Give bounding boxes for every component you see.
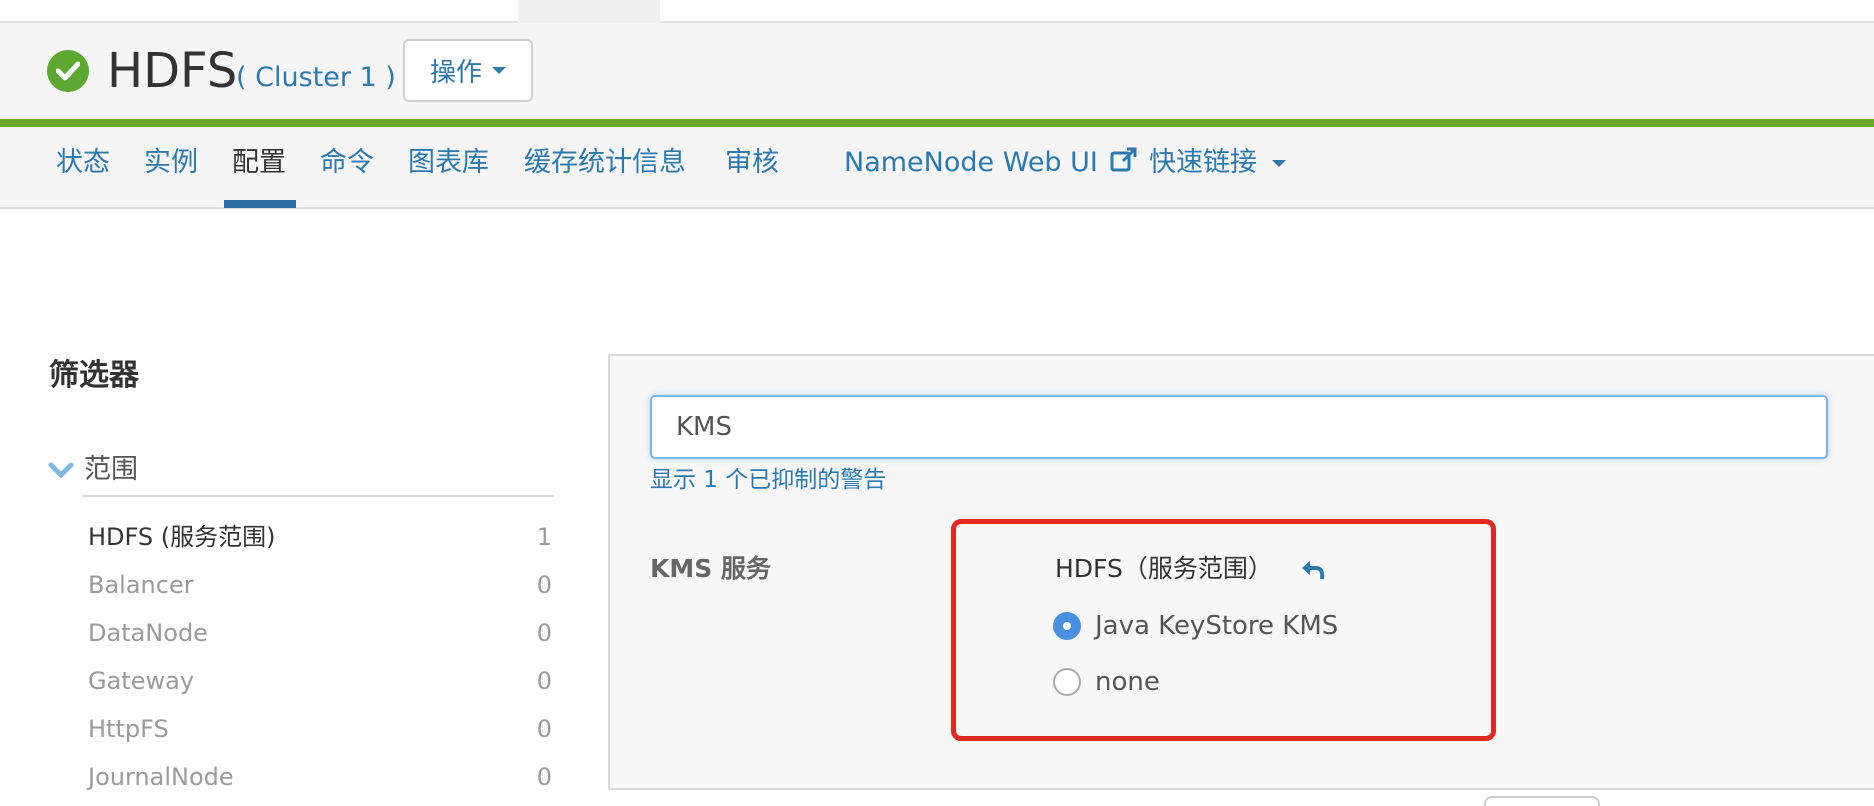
service-title: HDFS bbox=[107, 43, 238, 99]
caret-down-icon bbox=[492, 67, 506, 74]
config-search-input[interactable] bbox=[650, 395, 1828, 459]
actions-dropdown-button[interactable]: 操作 bbox=[403, 39, 533, 102]
quick-links-label: 快速链接 bbox=[1149, 147, 1257, 178]
scope-divider bbox=[82, 495, 554, 497]
radio-option-label: none bbox=[1095, 667, 1160, 697]
filter-item-count: 0 bbox=[536, 715, 552, 743]
filter-item-count: 0 bbox=[536, 667, 552, 695]
bottom-button-edge[interactable] bbox=[1484, 796, 1600, 806]
radio-option-java-keystore-kms[interactable]: Java KeyStore KMS bbox=[1053, 608, 1338, 644]
header-accent-bar bbox=[0, 119, 1874, 127]
filter-item-label: HDFS (服务范围) bbox=[88, 523, 276, 551]
top-strip-tab[interactable] bbox=[518, 0, 660, 23]
tab-commands[interactable]: 命令 bbox=[320, 145, 374, 181]
property-scope-label: HDFS（服务范围） bbox=[1055, 554, 1273, 583]
filter-item-balancer[interactable]: Balancer 0 bbox=[88, 565, 552, 605]
tab-charts-library[interactable]: 图表库 bbox=[408, 145, 489, 181]
tab-cache-statistics[interactable]: 缓存统计信息 bbox=[524, 145, 686, 181]
filter-item-count: 0 bbox=[536, 763, 552, 791]
tab-audit[interactable]: 审核 bbox=[725, 145, 779, 181]
chevron-down-icon[interactable] bbox=[48, 462, 74, 480]
service-header: HDFS ( Cluster 1 ) 操作 bbox=[0, 23, 1874, 119]
filter-item-label: JournalNode bbox=[88, 763, 234, 791]
filter-item-count: 1 bbox=[536, 523, 552, 551]
service-tabs: 状态 实例 配置 命令 图表库 缓存统计信息 审核 NameNode Web U… bbox=[0, 127, 1874, 209]
filter-item-count: 0 bbox=[536, 571, 552, 599]
suppressed-warnings-link[interactable]: 显示 1 个已抑制的警告 bbox=[650, 463, 886, 497]
radio-button-unselected[interactable] bbox=[1053, 668, 1081, 696]
tab-quick-links[interactable]: 快速链接 bbox=[1149, 145, 1286, 181]
tab-status[interactable]: 状态 bbox=[56, 145, 110, 181]
filter-item-journalnode[interactable]: JournalNode 0 bbox=[88, 757, 552, 797]
radio-option-none[interactable]: none bbox=[1053, 664, 1160, 700]
filter-item-httpfs[interactable]: HttpFS 0 bbox=[88, 709, 552, 749]
tab-namenode-web-ui[interactable]: NameNode Web UI bbox=[844, 145, 1138, 181]
caret-down-icon bbox=[1271, 160, 1286, 167]
filter-item-hdfs-service[interactable]: HDFS (服务范围) 1 bbox=[88, 517, 552, 557]
status-ok-icon bbox=[47, 50, 89, 92]
namenode-web-ui-label: NameNode Web UI bbox=[844, 147, 1098, 178]
filter-item-label: Gateway bbox=[88, 667, 195, 695]
undo-icon[interactable] bbox=[1300, 559, 1326, 581]
filter-item-datanode[interactable]: DataNode 0 bbox=[88, 613, 552, 653]
filter-item-gateway[interactable]: Gateway 0 bbox=[88, 661, 552, 701]
radio-button-selected[interactable] bbox=[1053, 612, 1081, 640]
tab-instances[interactable]: 实例 bbox=[144, 145, 198, 181]
tab-configuration[interactable]: 配置 bbox=[232, 145, 286, 181]
cluster-link[interactable]: ( Cluster 1 ) bbox=[236, 61, 396, 95]
filter-item-label: HttpFS bbox=[88, 715, 169, 743]
filter-item-label: Balancer bbox=[88, 571, 194, 599]
filters-title: 筛选器 bbox=[49, 358, 139, 393]
scope-section-label[interactable]: 范围 bbox=[84, 452, 138, 488]
configuration-panel: 显示 1 个已抑制的警告 KMS 服务 HDFS（服务范围） Java KeyS… bbox=[608, 354, 1874, 790]
filter-item-count: 0 bbox=[536, 619, 552, 647]
external-link-icon bbox=[1110, 147, 1137, 172]
active-tab-indicator bbox=[224, 200, 296, 208]
radio-option-label: Java KeyStore KMS bbox=[1095, 611, 1339, 641]
filter-item-label: DataNode bbox=[88, 619, 208, 647]
actions-label: 操作 bbox=[429, 58, 482, 88]
top-strip bbox=[0, 0, 1874, 23]
property-label: KMS 服务 bbox=[650, 554, 771, 583]
